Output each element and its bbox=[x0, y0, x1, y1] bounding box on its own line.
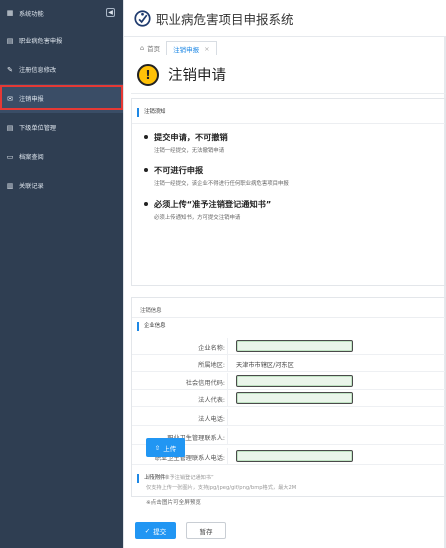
contact-phone-input[interactable] bbox=[236, 450, 353, 462]
highlight-box bbox=[0, 85, 123, 110]
sidebar-item-declaration[interactable]: ▤ 职业病危害申报 bbox=[0, 26, 123, 55]
divider bbox=[227, 409, 228, 426]
tab-cancellation[interactable]: 注销申报 × bbox=[166, 41, 217, 55]
warning-icon: ! bbox=[137, 63, 159, 86]
field-label: 所属地区: bbox=[198, 362, 225, 369]
legal-rep-input[interactable] bbox=[236, 392, 353, 404]
form-row-legal-phone: 法人电话: bbox=[132, 409, 445, 426]
upload-button[interactable]: ⇧ 上传 bbox=[146, 438, 185, 457]
section-header-notice: 注销须知 bbox=[137, 108, 166, 117]
divider bbox=[132, 123, 445, 124]
save-label: 暂存 bbox=[199, 527, 213, 536]
sidebar-item-subunit[interactable]: ▤ 下级单位管理 bbox=[0, 113, 123, 142]
tab-label: 注销申报 bbox=[173, 45, 200, 54]
save-draft-button[interactable]: 暂存 bbox=[186, 522, 226, 539]
upload-label: 上传 bbox=[163, 444, 177, 453]
upload-icon: ⇧ bbox=[154, 443, 161, 452]
page-title: ! 注销申请 bbox=[131, 56, 446, 94]
sidebar-item-edit-registration[interactable]: ✎ 注册信息修改 bbox=[0, 55, 123, 84]
sidebar-item-cancellation[interactable]: ✉ 注销申报 bbox=[0, 84, 123, 113]
upload-hint: 仅支持上传一张图片，支持jpg/jpeg/gif/png/bmp格式，最大2M bbox=[146, 485, 297, 491]
field-label: 社会信用代码: bbox=[185, 380, 225, 387]
form-row-company-name: 企业名称: bbox=[132, 338, 445, 355]
divider bbox=[227, 390, 228, 407]
section-header-company: 企业信息 bbox=[137, 322, 166, 331]
credit-code-input[interactable] bbox=[236, 375, 353, 387]
notice-item: 提交申请，不可撤销 注销一经提交，无法撤销申请 bbox=[144, 131, 228, 154]
notice-title: 提交申请，不可撤销 bbox=[154, 132, 228, 142]
notice-desc: 必须上传通知书，方可提交注销申请 bbox=[154, 215, 241, 221]
grid-icon: ▦ bbox=[6, 9, 14, 17]
system-title: 职业病危害项目申报系统 bbox=[156, 11, 294, 27]
field-label: 法人电话: bbox=[198, 416, 225, 423]
top-header: 职业病危害项目申报系统 bbox=[124, 0, 446, 37]
bullet-icon bbox=[144, 202, 148, 206]
notice-item: 必须上传“准予注销登记通知书” 必须上传通知书，方可提交注销申请 bbox=[144, 198, 271, 221]
chart-icon: ▥ bbox=[6, 181, 14, 190]
sidebar-item-label: 注册信息修改 bbox=[19, 67, 57, 74]
bullet-icon bbox=[144, 135, 148, 139]
submit-label: 提交 bbox=[153, 527, 167, 536]
tab-home[interactable]: ⌂ 首页 bbox=[134, 41, 166, 55]
sidebar-item-label: 档案查阅 bbox=[19, 154, 44, 161]
divider bbox=[227, 428, 228, 445]
page-title-text: 注销申请 bbox=[168, 68, 226, 84]
field-label: 法人代表: bbox=[198, 397, 225, 404]
tab-bar: ⌂ 首页 注销申报 × bbox=[124, 38, 446, 55]
notice-panel: 注销须知 提交申请，不可撤销 注销一经提交，无法撤销申请 不可进行申报 注销一经… bbox=[131, 98, 446, 286]
edit-icon: ✎ bbox=[7, 65, 13, 74]
info-caption: 注销信息 bbox=[140, 308, 162, 314]
upload-hint: ※点击图片可全屏预览 bbox=[146, 500, 202, 506]
sidebar-item-label: 关联记录 bbox=[19, 183, 44, 190]
sidebar-item-system[interactable]: ▦ 系统功能 ◀ bbox=[0, 0, 123, 26]
divider bbox=[227, 355, 228, 372]
notice-title: 不可进行申报 bbox=[154, 165, 204, 175]
notice-desc: 注销一经提交，该企业不得进行任何职业病危害项目申报 bbox=[154, 181, 289, 187]
info-panel: 注销信息 企业信息 企业名称: 所属地区: 天津市市辖区/河东区 社会信用代码:… bbox=[131, 297, 446, 497]
sidebar-item-label: 下级单位管理 bbox=[19, 125, 57, 132]
document-icon: ▤ bbox=[6, 123, 14, 132]
form-row-legal-rep: 法人代表: bbox=[132, 390, 445, 407]
upload-hint: 请上传“准予注销登记通知书” bbox=[146, 475, 214, 481]
bullet-icon bbox=[144, 168, 148, 172]
divider bbox=[227, 338, 228, 355]
tab-label: 首页 bbox=[147, 45, 161, 53]
region-value: 天津市市辖区/河东区 bbox=[236, 362, 294, 369]
content-area: ! 注销申请 注销须知 提交申请，不可撤销 注销一经提交，无法撤销申请 不可进行… bbox=[131, 56, 446, 544]
close-icon[interactable]: × bbox=[204, 45, 209, 53]
divider bbox=[227, 373, 228, 390]
sidebar-item-records[interactable]: ▥ 关联记录 bbox=[0, 171, 123, 200]
notice-desc: 注销一经提交，无法撤销申请 bbox=[154, 148, 225, 154]
submit-button[interactable]: ✓ 提交 bbox=[135, 522, 176, 539]
logo-icon bbox=[134, 9, 151, 27]
collapse-toggle-icon[interactable]: ◀ bbox=[106, 8, 115, 17]
notice-title: 必须上传“准予注销登记通知书” bbox=[154, 199, 272, 209]
form-row-credit-code: 社会信用代码: bbox=[132, 373, 445, 390]
archive-icon: ▭ bbox=[6, 152, 14, 161]
sidebar: ▦ 系统功能 ◀ ▤ 职业病危害申报 ✎ 注册信息修改 ✉ 注销申报 ▤ 下级单… bbox=[0, 0, 123, 548]
field-label: 企业名称: bbox=[198, 345, 225, 352]
divider bbox=[227, 448, 228, 465]
sidebar-item-label: 系统功能 bbox=[19, 10, 44, 18]
form-row-region: 所属地区: 天津市市辖区/河东区 bbox=[132, 355, 445, 372]
home-icon: ⌂ bbox=[140, 44, 145, 52]
check-icon: ✓ bbox=[144, 526, 151, 535]
divider bbox=[132, 317, 445, 318]
company-name-input[interactable] bbox=[236, 340, 353, 352]
document-icon: ▤ bbox=[6, 36, 14, 45]
sidebar-item-label: 职业病危害申报 bbox=[19, 38, 63, 45]
notice-item: 不可进行申报 注销一经提交，该企业不得进行任何职业病危害项目申报 bbox=[144, 164, 289, 187]
sidebar-item-archive[interactable]: ▭ 档案查阅 bbox=[0, 142, 123, 171]
